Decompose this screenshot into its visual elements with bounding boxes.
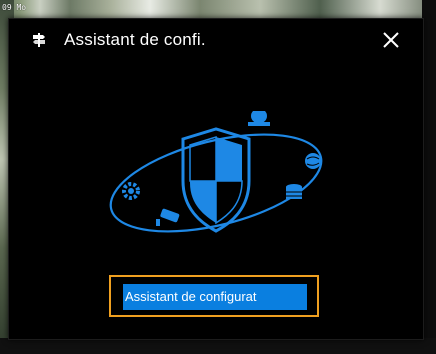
signpost-icon bbox=[33, 33, 45, 47]
start-setup-wizard-button[interactable]: Assistant de configurat bbox=[123, 284, 307, 310]
dialog-title-bar: Assistant de confi. bbox=[9, 19, 423, 61]
feed-bottom-bar bbox=[0, 338, 436, 354]
security-shield-orbit-icon bbox=[109, 111, 323, 233]
dialog-title: Assistant de confi. bbox=[64, 30, 206, 49]
feed-right-strip bbox=[422, 0, 436, 354]
close-icon[interactable] bbox=[381, 30, 401, 50]
feed-timestamp: 09 Mo bbox=[2, 3, 27, 12]
setup-wizard-dialog: Assistant de confi. Assistant de configu… bbox=[8, 18, 424, 340]
